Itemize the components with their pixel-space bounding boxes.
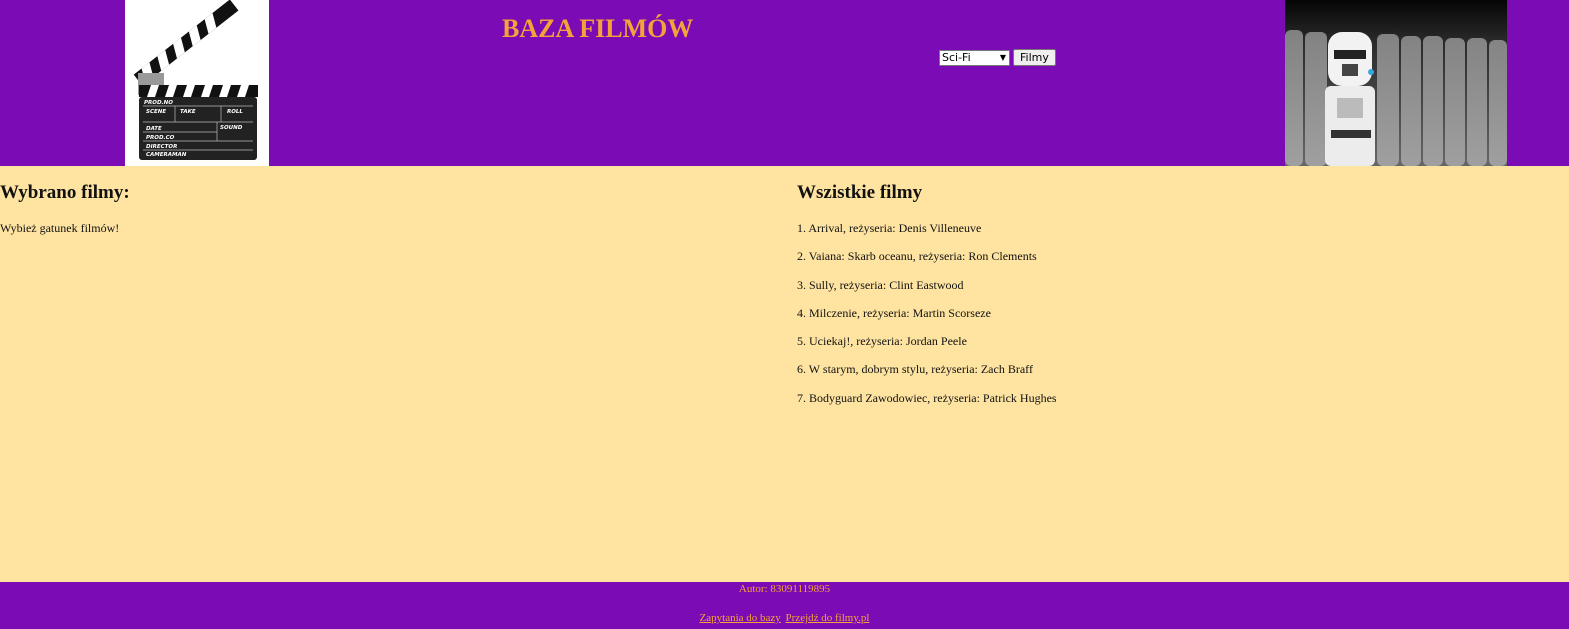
selected-films-column: Wybrano filmy: Wybież gatunek filmów! — [0, 166, 785, 236]
stormtrooper-image — [1285, 0, 1507, 166]
header: PROD.NO SCENE TAKE ROLL DATE SOUND PROD.… — [0, 0, 1569, 166]
clapper-prodno: PROD.NO — [144, 100, 173, 106]
footer-links: Zapytania do bazy Przejdź do filmy.pl — [0, 612, 1569, 624]
list-item: 4. Milczenie, reżyseria: Martin Scorseze — [797, 305, 991, 320]
clapperboard-icon: PROD.NO SCENE TAKE ROLL DATE SOUND PROD.… — [133, 0, 258, 160]
footer: Autor: 83091119895 Zapytania do bazy Prz… — [0, 582, 1569, 629]
clapper-take: TAKE — [180, 109, 196, 115]
clapper-sound: SOUND — [220, 125, 243, 131]
list-item: 6. W starym, dobrym stylu, reżyseria: Za… — [797, 362, 1033, 377]
films-button[interactable]: Filmy — [1013, 49, 1056, 66]
clapperboard-logo: PROD.NO SCENE TAKE ROLL DATE SOUND PROD.… — [125, 0, 269, 166]
clapper-roll: ROLL — [227, 109, 243, 115]
clapper-scene: SCENE — [146, 109, 166, 115]
list-item: 7. Bodyguard Zawodowiec, reżyseria: Patr… — [797, 390, 1057, 405]
list-item: 5. Uciekaj!, reżyseria: Jordan Peele — [797, 334, 967, 349]
clapper-prodco: PROD.CO — [146, 135, 175, 141]
list-item: 2. Vaiana: Skarb oceanu, reżyseria: Ron … — [797, 249, 1037, 264]
site-title: BAZA FILMÓW — [502, 14, 694, 43]
all-films-column: Wszistkie filmy 1. Arrival, reżyseria: D… — [797, 166, 1497, 419]
genre-form: Sci-Fi ▼ Filmy — [939, 49, 1056, 66]
select-genre-hint: Wybież gatunek filmów! — [0, 221, 120, 235]
selected-films-heading: Wybrano filmy: — [0, 182, 130, 203]
all-films-heading: Wszistkie filmy — [797, 182, 923, 203]
clapper-director: DIRECTOR — [146, 144, 177, 150]
genre-select-value: Sci-Fi — [942, 51, 971, 64]
filmy-pl-link[interactable]: Przejdź do filmy.pl — [786, 612, 870, 624]
queries-link[interactable]: Zapytania do bazy — [700, 612, 781, 624]
film-list: 1. Arrival, reżyseria: Denis Villeneuve … — [797, 221, 1497, 419]
clapper-cameraman: CAMERAMAN — [146, 152, 187, 158]
list-item: 3. Sully, reżyseria: Clint Eastwood — [797, 277, 964, 292]
clapper-date: DATE — [146, 126, 162, 132]
genre-select[interactable]: Sci-Fi ▼ — [939, 49, 1010, 66]
author-text: Autor: 83091119895 — [738, 583, 831, 595]
chevron-down-icon: ▼ — [999, 53, 1006, 62]
stormtrooper-photo-icon — [1285, 0, 1507, 166]
list-item: 1. Arrival, reżyseria: Denis Villeneuve — [797, 221, 982, 235]
